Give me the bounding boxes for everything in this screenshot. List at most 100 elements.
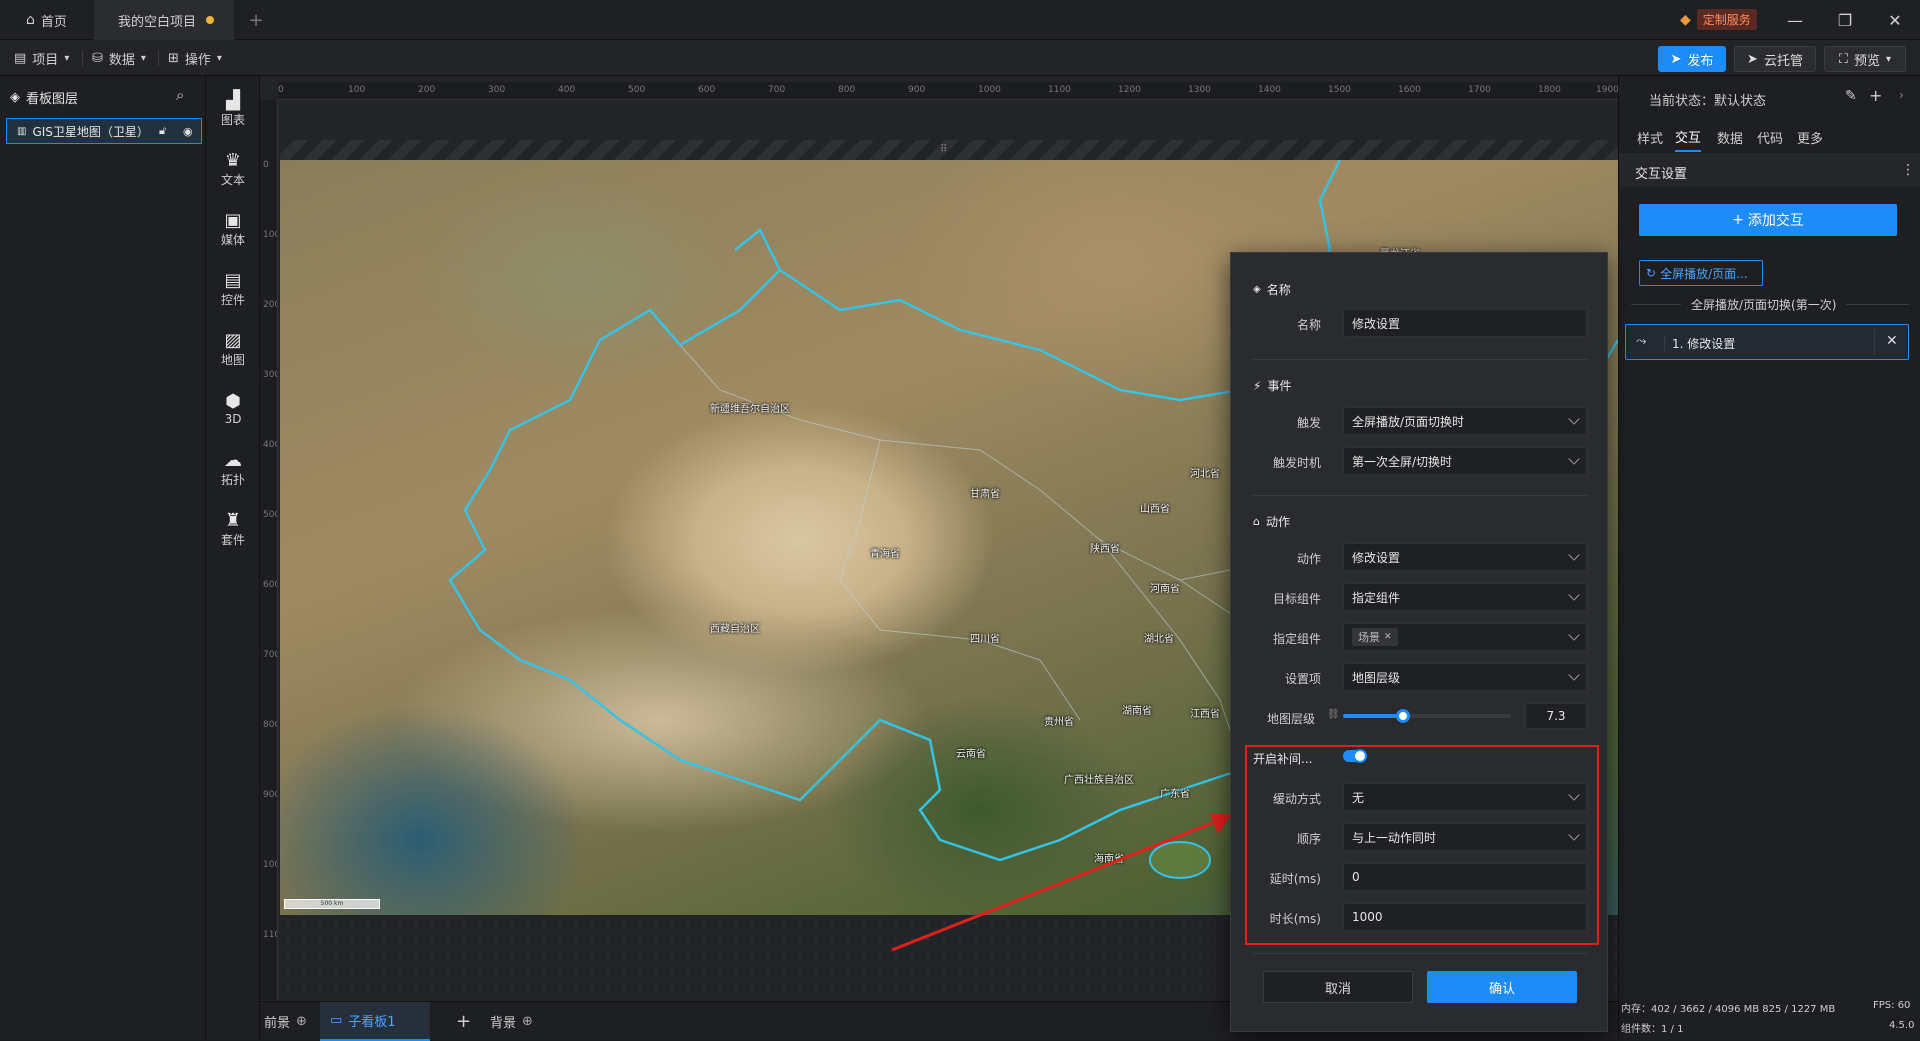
cancel-button[interactable]: 取消 <box>1263 971 1413 1003</box>
link-icon[interactable]: ⛓ <box>1327 709 1340 720</box>
tab-style[interactable]: 样式 <box>1637 122 1663 152</box>
specify-component-select[interactable]: 场景 ✕ <box>1343 623 1587 651</box>
add-board-button[interactable]: + <box>456 1002 471 1041</box>
map-label: 新疆维吾尔自治区 <box>710 404 790 415</box>
tween-toggle[interactable] <box>1343 749 1367 763</box>
state-value: 默认状态 <box>1714 94 1767 109</box>
search-icon[interactable]: ⌕ <box>176 86 184 104</box>
more-vertical-icon[interactable]: ⋮ <box>1901 162 1915 178</box>
ruler-tick-label: 200 <box>418 85 436 95</box>
tab-project[interactable]: 我的空白项目 <box>94 0 234 40</box>
map-label: 甘肃省 <box>970 489 1000 500</box>
tag-label: 场景 <box>1358 631 1380 644</box>
tool-text[interactable]: ♛ 文本 <box>206 144 260 194</box>
event-chip[interactable]: ↻ 全屏播放/页面... <box>1639 260 1763 286</box>
slider-thumb[interactable] <box>1396 709 1411 723</box>
name-input[interactable]: 修改设置 <box>1343 309 1587 337</box>
add-circle-icon[interactable]: ⊕ <box>522 1014 533 1029</box>
map-label: 四川省 <box>970 634 1000 645</box>
tool-chart[interactable]: ▟ 图表 <box>206 84 260 134</box>
selected-tag[interactable]: 场景 ✕ <box>1352 628 1398 646</box>
duration-input[interactable]: 1000 <box>1343 903 1587 931</box>
tab-home-label: 首页 <box>40 14 67 30</box>
trigger-select-value: 全屏播放/页面切换时 <box>1352 414 1465 429</box>
close-icon[interactable]: ✕ <box>1384 632 1392 642</box>
tool-media[interactable]: ▣ 媒体 <box>206 204 260 254</box>
tab-label: 更多 <box>1797 131 1824 147</box>
layer-item[interactable]: ▥ GIS卫星地图（卫星） 🔓︎ ◉ <box>6 118 202 144</box>
ruler-tick-label: 900 <box>908 85 926 95</box>
close-window-button[interactable]: ✕ <box>1872 0 1918 40</box>
ruler-tick-label: 400 <box>263 440 277 450</box>
tool-label: 3D <box>224 412 242 426</box>
tool-kit[interactable]: ♜ 套件 <box>206 504 260 554</box>
tool-control[interactable]: ▤ 控件 <box>206 264 260 314</box>
field-label: 目标组件 <box>1272 592 1321 606</box>
chevron-down-icon <box>1568 789 1580 801</box>
grid-icon: ⊞ <box>168 50 179 66</box>
unlock-icon[interactable]: 🔓︎ <box>159 124 166 138</box>
component-count: 组件数：1 / 1 <box>1621 1020 1683 1035</box>
tab-more[interactable]: 更多 <box>1797 122 1823 152</box>
edit-icon[interactable]: ✎ <box>1845 88 1857 104</box>
tab-label: 交互 <box>1675 130 1702 146</box>
file-icon: ▤ <box>14 50 27 66</box>
action-item[interactable]: ⤳ 1. 修改设置 ✕ <box>1625 324 1909 360</box>
tab-foreground[interactable]: 前景 ⊕ <box>264 1002 307 1041</box>
confirm-button[interactable]: 确认 <box>1427 971 1577 1003</box>
tool-3d[interactable]: ⬢ 3D <box>206 384 260 434</box>
board-boundary-hatch: ⠿ <box>280 140 1618 160</box>
tab-code[interactable]: 代码 <box>1757 122 1783 152</box>
close-icon[interactable]: ✕ <box>1886 333 1898 349</box>
map-layer-icon: ▥ <box>17 125 27 137</box>
tab-background[interactable]: 背景 ⊕ <box>490 1002 533 1041</box>
tab-sub-board[interactable]: ▭ 子看板1 <box>320 1002 430 1041</box>
cloud-host-button[interactable]: ➤ 云托管 <box>1734 46 1816 72</box>
menu-data-label: 数据 <box>108 52 135 68</box>
chevron-down-icon <box>1568 453 1580 465</box>
preview-button[interactable]: ⛶ 预览 ▾ <box>1824 46 1906 72</box>
add-state-button[interactable]: + <box>1869 86 1882 105</box>
menu-operate[interactable]: ⊞ 操作 ▾ <box>168 40 222 76</box>
menu-project[interactable]: ▤ 项目 ▾ <box>14 40 69 76</box>
fps-status: FPS: 60 <box>1873 1000 1910 1011</box>
field-label: 触发时机 <box>1272 456 1321 470</box>
add-interaction-button[interactable]: + 添加交互 <box>1639 204 1897 236</box>
publish-button[interactable]: ➤ 发布 <box>1658 46 1726 72</box>
level-input[interactable]: 7.3 <box>1525 703 1587 729</box>
ruler-tick-label: 500 <box>263 510 277 520</box>
tool-label: 文本 <box>220 172 245 187</box>
media-icon: ▣ <box>224 209 242 231</box>
action-select[interactable]: 修改设置 <box>1343 543 1587 571</box>
event-chip-label: 全屏播放/页面... <box>1660 266 1748 281</box>
map-label: 河南省 <box>1150 584 1180 595</box>
restore-button[interactable]: ❐ <box>1822 0 1868 40</box>
order-select[interactable]: 与上一动作同时 <box>1343 823 1587 851</box>
tab-data[interactable]: 数据 <box>1717 122 1743 152</box>
divider <box>1253 359 1587 360</box>
tab-interaction[interactable]: 交互 <box>1675 122 1702 152</box>
target-select-value: 指定组件 <box>1352 590 1401 605</box>
level-slider[interactable] <box>1343 709 1511 723</box>
setting-select[interactable]: 地图层级 <box>1343 663 1587 691</box>
menu-data[interactable]: ⛁ 数据 ▾ <box>92 40 146 76</box>
tool-topology[interactable]: ☁ 拓扑 <box>206 444 260 494</box>
add-circle-icon[interactable]: ⊕ <box>296 1014 307 1029</box>
trigger-select[interactable]: 全屏播放/页面切换时 <box>1343 407 1587 435</box>
cloud-host-label: 云托管 <box>1763 53 1803 69</box>
delay-input[interactable]: 0 <box>1343 863 1587 891</box>
custom-service-button[interactable]: ◆ 定制服务 <box>1680 9 1757 30</box>
tool-map[interactable]: ▨ 地图 <box>206 324 260 374</box>
new-tab-button[interactable]: + <box>244 0 268 40</box>
easing-select[interactable]: 无 <box>1343 783 1587 811</box>
timing-select[interactable]: 第一次全屏/切换时 <box>1343 447 1587 475</box>
chevron-right-icon[interactable]: › <box>1899 88 1904 102</box>
minimize-button[interactable]: — <box>1772 0 1818 40</box>
setting-select-value: 地图层级 <box>1352 670 1401 685</box>
eye-icon[interactable]: ◉ <box>183 125 193 138</box>
target-select[interactable]: 指定组件 <box>1343 583 1587 611</box>
tab-home[interactable]: ⌂ 首页 <box>0 0 94 40</box>
ruler-tick-label: 700 <box>768 85 786 95</box>
cancel-label: 取消 <box>1324 981 1351 997</box>
drag-handle-icon[interactable]: ⠿ <box>940 144 947 155</box>
